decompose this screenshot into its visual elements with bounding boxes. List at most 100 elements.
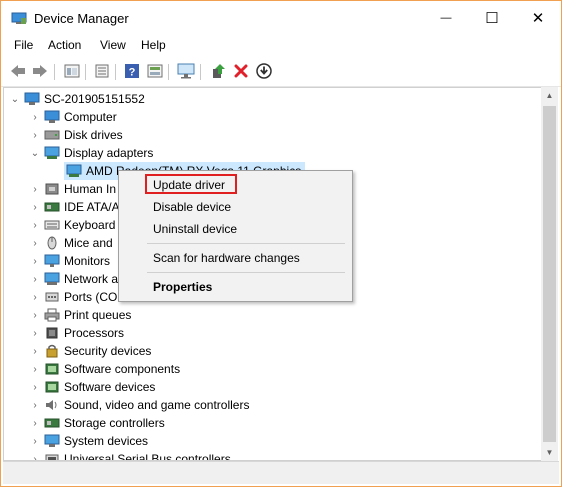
menu-help[interactable]: Help <box>141 38 166 52</box>
chevron-right-icon[interactable]: › <box>30 396 40 414</box>
properties-menu-item[interactable]: Properties <box>153 280 212 294</box>
show-hide-button[interactable] <box>92 61 112 81</box>
tree-root[interactable]: ⌄ SC-201905151552 <box>10 90 145 108</box>
chevron-right-icon[interactable]: › <box>30 234 40 252</box>
tree-item-computer[interactable]: › Computer <box>30 108 116 126</box>
tree-item-system-devices[interactable]: › System devices <box>30 432 148 450</box>
system-device-icon <box>44 434 60 447</box>
tree-item-human-interface[interactable]: › Human In <box>30 180 116 198</box>
menu-view[interactable]: View <box>100 38 126 52</box>
vertical-scrollbar[interactable]: ▲ ▼ <box>541 87 558 461</box>
uninstall-icon <box>234 64 248 78</box>
tree-item-storage-controllers[interactable]: › Storage controllers <box>30 414 165 432</box>
menu-action[interactable]: Action <box>48 38 81 52</box>
update-driver-toolbar-button[interactable] <box>209 61 229 81</box>
chevron-right-icon[interactable]: › <box>30 414 40 432</box>
monitor-icon <box>44 254 60 267</box>
context-menu: Update driver Disable device Uninstall d… <box>118 170 353 302</box>
tree-item-label: Security devices <box>64 344 152 358</box>
mouse-icon <box>47 236 57 250</box>
software-device-icon <box>45 381 59 393</box>
tree-item-display-adapters[interactable]: ⌄ Display adapters <box>30 144 154 162</box>
svg-text:?: ? <box>129 67 136 79</box>
help-button[interactable]: ? <box>122 61 142 81</box>
chevron-right-icon[interactable]: › <box>30 270 40 288</box>
scroll-thumb[interactable] <box>543 106 556 442</box>
download-toolbar-button[interactable] <box>254 61 274 81</box>
toolbar-separator <box>115 64 116 80</box>
port-icon <box>45 292 59 302</box>
scan-hardware-menu-item[interactable]: Scan for hardware changes <box>153 251 300 265</box>
speaker-icon <box>46 400 57 410</box>
forward-button[interactable] <box>30 61 50 81</box>
chevron-right-icon[interactable]: › <box>30 252 40 270</box>
tree-item-network-adapters[interactable]: › Network a <box>30 270 118 288</box>
device-view-button[interactable] <box>145 61 165 81</box>
tree-item-software-devices[interactable]: › Software devices <box>30 378 155 396</box>
tree-item-ide-ata[interactable]: › IDE ATA/A <box>30 198 119 216</box>
uninstall-device-menu-item[interactable]: Uninstall device <box>153 222 237 236</box>
display-adapter-icon <box>66 164 82 177</box>
back-button[interactable] <box>8 61 28 81</box>
tree-item-keyboards[interactable]: › Keyboard <box>30 216 115 234</box>
toolbar-separator <box>200 64 201 80</box>
printer-icon <box>44 308 60 322</box>
tree-item-security-devices[interactable]: › Security devices <box>30 342 151 360</box>
forward-icon <box>33 65 47 77</box>
close-button[interactable]: ✕ <box>515 1 561 35</box>
chevron-right-icon[interactable]: › <box>30 450 40 461</box>
disable-device-menu-item[interactable]: Disable device <box>153 200 231 214</box>
chevron-right-icon[interactable]: › <box>30 342 40 360</box>
chevron-right-icon[interactable]: › <box>30 108 40 126</box>
chevron-right-icon[interactable]: › <box>30 126 40 144</box>
maximize-button[interactable]: ☐ <box>469 1 515 35</box>
chevron-right-icon[interactable]: › <box>30 306 40 324</box>
toolbar-separator <box>54 64 55 80</box>
scroll-down-icon[interactable]: ▼ <box>541 444 558 461</box>
tree-item-monitors[interactable]: › Monitors <box>30 252 110 270</box>
tree-item-label: Print queues <box>64 308 132 322</box>
uninstall-toolbar-button[interactable] <box>231 61 251 81</box>
human-interface-icon <box>45 183 59 195</box>
chevron-right-icon[interactable]: › <box>30 180 40 198</box>
device-manager-app-icon <box>11 12 27 24</box>
tree-item-processors[interactable]: › Processors <box>30 324 124 342</box>
usb-icon <box>45 454 59 460</box>
tree-item-sound-video[interactable]: › Sound, video and game controllers <box>30 396 249 414</box>
properties-icon <box>64 64 80 78</box>
chevron-right-icon[interactable]: › <box>30 216 40 234</box>
tree-item-usb-controllers[interactable]: › Universal Serial Bus controllers <box>30 450 231 461</box>
chevron-right-icon[interactable]: › <box>30 378 40 396</box>
menu-file[interactable]: File <box>14 38 33 52</box>
tree-item-ports[interactable]: › Ports (CO <box>30 288 117 306</box>
close-icon: ✕ <box>531 10 545 27</box>
ide-controller-icon <box>44 202 60 212</box>
tree-item-software-components[interactable]: › Software components <box>30 360 180 378</box>
tree-item-mice[interactable]: › Mice and <box>30 234 112 252</box>
chevron-down-icon[interactable]: ⌄ <box>30 144 40 162</box>
computer-icon <box>24 92 40 105</box>
minimize-button[interactable]: — <box>423 1 469 35</box>
chevron-right-icon[interactable]: › <box>30 432 40 450</box>
chevron-down-icon[interactable]: ⌄ <box>10 90 20 108</box>
software-component-icon <box>45 363 59 375</box>
download-icon <box>256 63 272 79</box>
menu-separator <box>147 243 345 244</box>
menu-separator <box>147 272 345 273</box>
scroll-up-icon[interactable]: ▲ <box>541 87 558 104</box>
tree-item-label: Network a <box>64 272 119 286</box>
toolbar-separator <box>85 64 86 80</box>
properties-button[interactable] <box>62 61 82 81</box>
monitor-button[interactable] <box>176 61 196 81</box>
chevron-right-icon[interactable]: › <box>30 288 40 306</box>
tree-item-label: Monitors <box>64 254 111 268</box>
toolbar-separator <box>168 64 169 80</box>
tree-item-disk-drives[interactable]: › Disk drives <box>30 126 122 144</box>
back-icon <box>11 65 25 77</box>
chevron-right-icon[interactable]: › <box>30 324 40 342</box>
tree-item-label: Storage controllers <box>64 416 165 430</box>
chevron-right-icon[interactable]: › <box>30 198 40 216</box>
chevron-right-icon[interactable]: › <box>30 360 40 378</box>
update-driver-menu-item[interactable]: Update driver <box>153 178 225 192</box>
tree-item-print-queues[interactable]: › Print queues <box>30 306 131 324</box>
